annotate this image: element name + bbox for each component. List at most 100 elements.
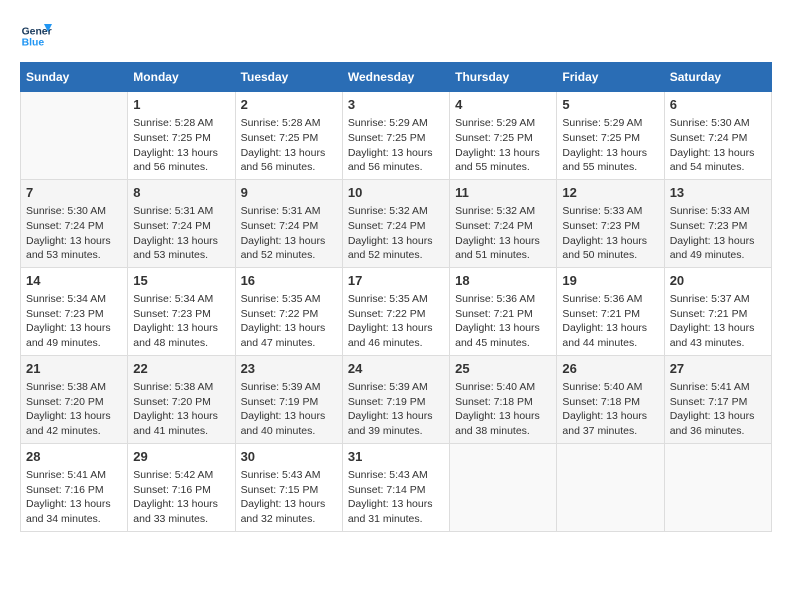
day-cell: 22 Sunrise: 5:38 AM Sunset: 7:20 PM Dayli…: [128, 355, 235, 443]
day-cell: 16 Sunrise: 5:35 AM Sunset: 7:22 PM Dayli…: [235, 267, 342, 355]
day-number: 18: [455, 272, 551, 290]
day-info: Sunrise: 5:36 AM Sunset: 7:21 PM Dayligh…: [455, 292, 551, 351]
day-cell: 10Sunrise: 5:32 AM Sunset: 7:24 PM Dayli…: [342, 179, 449, 267]
day-number: 14: [26, 272, 122, 290]
day-number: 26: [562, 360, 658, 378]
day-number: 30: [241, 448, 337, 466]
day-cell: 1 Sunrise: 5:28 AM Sunset: 7:25 PM Daylig…: [128, 92, 235, 180]
day-cell: 7Sunrise: 5:30 AM Sunset: 7:24 PM Daylig…: [21, 179, 128, 267]
day-number: 19: [562, 272, 658, 290]
day-number: 13: [670, 184, 766, 202]
day-info: Sunrise: 5:29 AM Sunset: 7:25 PM Dayligh…: [348, 116, 444, 175]
day-cell: [21, 92, 128, 180]
calendar-table: SundayMondayTuesdayWednesdayThursdayFrid…: [20, 62, 772, 532]
header-sunday: Sunday: [21, 63, 128, 92]
day-info: Sunrise: 5:29 AM Sunset: 7:25 PM Dayligh…: [562, 116, 658, 175]
week-row-5: 28 Sunrise: 5:41 AM Sunset: 7:16 PM Dayli…: [21, 443, 772, 531]
day-number: 21: [26, 360, 122, 378]
day-number: 8: [133, 184, 229, 202]
day-cell: 20Sunrise: 5:37 AM Sunset: 7:21 PM Dayli…: [664, 267, 771, 355]
day-info: Sunrise: 5:33 AM Sunset: 7:23 PM Dayligh…: [562, 204, 658, 263]
day-cell: 24Sunrise: 5:39 AM Sunset: 7:19 PM Dayli…: [342, 355, 449, 443]
day-number: 22: [133, 360, 229, 378]
day-cell: [664, 443, 771, 531]
day-info: Sunrise: 5:35 AM Sunset: 7:22 PM Dayligh…: [348, 292, 444, 351]
day-info: Sunrise: 5:34 AM Sunset: 7:23 PM Dayligh…: [26, 292, 122, 351]
day-number: 1: [133, 96, 229, 114]
day-info: Sunrise: 5:32 AM Sunset: 7:24 PM Dayligh…: [455, 204, 551, 263]
day-cell: 21 Sunrise: 5:38 AM Sunset: 7:20 PM Dayli…: [21, 355, 128, 443]
day-number: 25: [455, 360, 551, 378]
day-number: 10: [348, 184, 444, 202]
week-row-1: 1 Sunrise: 5:28 AM Sunset: 7:25 PM Daylig…: [21, 92, 772, 180]
day-cell: 23 Sunrise: 5:39 AM Sunset: 7:19 PM Dayli…: [235, 355, 342, 443]
day-cell: 5 Sunrise: 5:29 AM Sunset: 7:25 PM Daylig…: [557, 92, 664, 180]
week-row-2: 7Sunrise: 5:30 AM Sunset: 7:24 PM Daylig…: [21, 179, 772, 267]
day-number: 4: [455, 96, 551, 114]
logo-icon: General Blue: [20, 20, 52, 52]
day-info: Sunrise: 5:40 AM Sunset: 7:18 PM Dayligh…: [562, 380, 658, 439]
day-number: 5: [562, 96, 658, 114]
day-number: 23: [241, 360, 337, 378]
day-cell: [557, 443, 664, 531]
day-cell: 30 Sunrise: 5:43 AM Sunset: 7:15 PM Dayli…: [235, 443, 342, 531]
header-tuesday: Tuesday: [235, 63, 342, 92]
day-cell: 27 Sunrise: 5:41 AM Sunset: 7:17 PM Dayli…: [664, 355, 771, 443]
day-info: Sunrise: 5:41 AM Sunset: 7:16 PM Dayligh…: [26, 468, 122, 527]
day-number: 28: [26, 448, 122, 466]
day-info: Sunrise: 5:39 AM Sunset: 7:19 PM Dayligh…: [241, 380, 337, 439]
day-number: 16: [241, 272, 337, 290]
week-row-3: 14 Sunrise: 5:34 AM Sunset: 7:23 PM Dayli…: [21, 267, 772, 355]
day-cell: 31 Sunrise: 5:43 AM Sunset: 7:14 PM Dayli…: [342, 443, 449, 531]
day-info: Sunrise: 5:41 AM Sunset: 7:17 PM Dayligh…: [670, 380, 766, 439]
day-info: Sunrise: 5:38 AM Sunset: 7:20 PM Dayligh…: [26, 380, 122, 439]
day-number: 20: [670, 272, 766, 290]
week-row-4: 21 Sunrise: 5:38 AM Sunset: 7:20 PM Dayli…: [21, 355, 772, 443]
svg-text:Blue: Blue: [22, 38, 45, 49]
day-info: Sunrise: 5:31 AM Sunset: 7:24 PM Dayligh…: [133, 204, 229, 263]
header-monday: Monday: [128, 63, 235, 92]
day-info: Sunrise: 5:42 AM Sunset: 7:16 PM Dayligh…: [133, 468, 229, 527]
day-cell: 26 Sunrise: 5:40 AM Sunset: 7:18 PM Dayli…: [557, 355, 664, 443]
day-info: Sunrise: 5:36 AM Sunset: 7:21 PM Dayligh…: [562, 292, 658, 351]
day-cell: 2Sunrise: 5:28 AM Sunset: 7:25 PM Daylig…: [235, 92, 342, 180]
day-cell: 6 Sunrise: 5:30 AM Sunset: 7:24 PM Daylig…: [664, 92, 771, 180]
day-number: 31: [348, 448, 444, 466]
day-info: Sunrise: 5:40 AM Sunset: 7:18 PM Dayligh…: [455, 380, 551, 439]
header-friday: Friday: [557, 63, 664, 92]
day-number: 15: [133, 272, 229, 290]
logo: General Blue: [20, 20, 52, 52]
calendar-header-row: SundayMondayTuesdayWednesdayThursdayFrid…: [21, 63, 772, 92]
day-number: 6: [670, 96, 766, 114]
day-number: 17: [348, 272, 444, 290]
day-cell: 19 Sunrise: 5:36 AM Sunset: 7:21 PM Dayli…: [557, 267, 664, 355]
day-number: 24: [348, 360, 444, 378]
day-info: Sunrise: 5:35 AM Sunset: 7:22 PM Dayligh…: [241, 292, 337, 351]
day-info: Sunrise: 5:31 AM Sunset: 7:24 PM Dayligh…: [241, 204, 337, 263]
header-wednesday: Wednesday: [342, 63, 449, 92]
day-cell: 17 Sunrise: 5:35 AM Sunset: 7:22 PM Dayli…: [342, 267, 449, 355]
day-info: Sunrise: 5:43 AM Sunset: 7:15 PM Dayligh…: [241, 468, 337, 527]
header-saturday: Saturday: [664, 63, 771, 92]
day-cell: 3Sunrise: 5:29 AM Sunset: 7:25 PM Daylig…: [342, 92, 449, 180]
day-info: Sunrise: 5:38 AM Sunset: 7:20 PM Dayligh…: [133, 380, 229, 439]
day-number: 27: [670, 360, 766, 378]
day-cell: 25 Sunrise: 5:40 AM Sunset: 7:18 PM Dayli…: [450, 355, 557, 443]
day-info: Sunrise: 5:30 AM Sunset: 7:24 PM Dayligh…: [670, 116, 766, 175]
day-number: 29: [133, 448, 229, 466]
day-cell: 14 Sunrise: 5:34 AM Sunset: 7:23 PM Dayli…: [21, 267, 128, 355]
day-info: Sunrise: 5:28 AM Sunset: 7:25 PM Dayligh…: [133, 116, 229, 175]
day-number: 12: [562, 184, 658, 202]
day-cell: [450, 443, 557, 531]
day-number: 2: [241, 96, 337, 114]
day-cell: 13Sunrise: 5:33 AM Sunset: 7:23 PM Dayli…: [664, 179, 771, 267]
day-info: Sunrise: 5:29 AM Sunset: 7:25 PM Dayligh…: [455, 116, 551, 175]
header-thursday: Thursday: [450, 63, 557, 92]
day-number: 7: [26, 184, 122, 202]
page-header: General Blue: [20, 20, 772, 52]
day-cell: 29 Sunrise: 5:42 AM Sunset: 7:16 PM Dayli…: [128, 443, 235, 531]
day-info: Sunrise: 5:43 AM Sunset: 7:14 PM Dayligh…: [348, 468, 444, 527]
day-cell: 9 Sunrise: 5:31 AM Sunset: 7:24 PM Daylig…: [235, 179, 342, 267]
day-number: 9: [241, 184, 337, 202]
day-cell: 8 Sunrise: 5:31 AM Sunset: 7:24 PM Daylig…: [128, 179, 235, 267]
